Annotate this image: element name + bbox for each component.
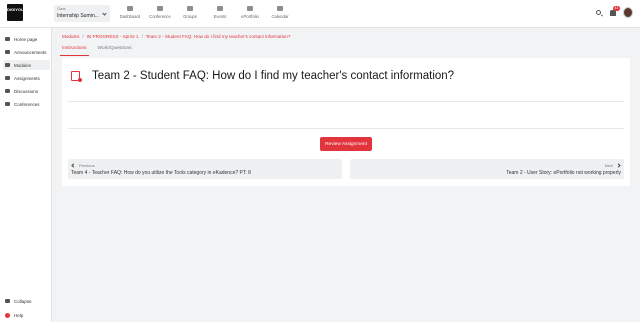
breadcrumb-item[interactable]: Team 2 - Student FAQ: How do I find my t… bbox=[146, 34, 291, 39]
sidebar-item-label: Modules bbox=[14, 62, 32, 68]
help-button[interactable]: Help bbox=[3, 310, 50, 320]
search-icon[interactable] bbox=[596, 10, 601, 15]
assignments-icon bbox=[5, 76, 10, 80]
page-title: Team 2 - Student FAQ: How do I find my t… bbox=[92, 70, 455, 82]
breadcrumb: Modules / IN PROGRESS - Sprint 1/Team 2 - … bbox=[62, 34, 290, 39]
nav-label: Dashboard bbox=[119, 14, 141, 19]
nav-dashboard[interactable]: Dashboard bbox=[116, 6, 144, 19]
nav-events[interactable]: Events bbox=[206, 6, 234, 19]
next-title: Team 2 - User Story: ePortfolio not work… bbox=[506, 170, 621, 176]
previous-assignment-link[interactable]: Previous Team 4 - Teacher FAQ: How do yo… bbox=[68, 159, 342, 179]
calendar-icon bbox=[277, 6, 283, 11]
assignment-card: Team 2 - Student FAQ: How do I find my t… bbox=[62, 58, 630, 186]
breadcrumb-item[interactable]: IN PROGRESS - Sprint 1 bbox=[87, 34, 139, 39]
avatar[interactable] bbox=[623, 7, 633, 18]
sidebar-item-modules[interactable]: Modules bbox=[3, 60, 50, 70]
nav-groups[interactable]: Groups bbox=[176, 6, 204, 19]
nav-label: ePortfolio bbox=[241, 14, 259, 19]
nav-label: Groups bbox=[183, 14, 197, 19]
collapse-icon bbox=[5, 299, 10, 303]
previous-title: Team 4 - Teacher FAQ: How do you utilize… bbox=[71, 170, 251, 176]
assignment-icon bbox=[71, 71, 82, 82]
sidebar-item-label: Announcements bbox=[14, 49, 47, 55]
sidebar-item-label: Assignments bbox=[14, 75, 40, 81]
class-selector[interactable]: Class Internship Summ... bbox=[54, 5, 110, 22]
sidebar: Home page Announcements Modules Assignme… bbox=[0, 28, 52, 322]
breadcrumb-separator: / bbox=[141, 34, 143, 39]
tab-bar: Instructions Work/Questions bbox=[60, 44, 141, 56]
nav-conference[interactable]: Conference bbox=[146, 6, 174, 19]
nav-label: Events bbox=[213, 14, 227, 19]
sidebar-item-discussions[interactable]: Discussions bbox=[3, 86, 50, 96]
sidebar-item-label: Discussions bbox=[14, 88, 39, 94]
top-nav: Dashboard Conference Groups Events ePort… bbox=[116, 6, 296, 19]
help-icon bbox=[5, 312, 10, 318]
divider bbox=[68, 101, 624, 102]
tab-work-questions[interactable]: Work/Questions bbox=[96, 44, 134, 56]
breadcrumb-separator: / bbox=[82, 34, 84, 39]
tab-instructions[interactable]: Instructions bbox=[60, 44, 89, 56]
sidebar-item-assignments[interactable]: Assignments bbox=[3, 73, 50, 83]
nav-label: Calendar bbox=[271, 14, 289, 19]
notification-badge: 41 bbox=[613, 6, 620, 11]
location-pin-icon bbox=[217, 6, 223, 11]
previous-label: Previous bbox=[79, 163, 95, 168]
next-assignment-link[interactable]: Next Team 2 - User Story: ePortfolio not… bbox=[350, 159, 624, 179]
sidebar-item-label: Home page bbox=[14, 36, 38, 42]
chevron-down-icon bbox=[102, 11, 107, 16]
class-selector-value: Internship Summ... bbox=[57, 13, 99, 19]
video-icon bbox=[157, 6, 163, 11]
dashboard-icon bbox=[127, 6, 133, 11]
sidebar-item-home[interactable]: Home page bbox=[3, 34, 50, 44]
next-label: Next bbox=[604, 163, 613, 168]
discussions-icon bbox=[5, 89, 10, 93]
megaphone-icon bbox=[5, 50, 10, 54]
sidebar-item-conferences[interactable]: Conferences bbox=[3, 99, 50, 109]
help-label: Help bbox=[14, 312, 24, 318]
collapse-button[interactable]: Collapse bbox=[3, 296, 50, 306]
chevron-left-icon bbox=[71, 163, 76, 168]
groups-icon bbox=[187, 6, 193, 11]
breadcrumb-item[interactable]: Modules bbox=[62, 34, 79, 39]
collapse-label: Collapse bbox=[14, 298, 32, 304]
nav-label: Conference bbox=[149, 14, 171, 19]
nav-eportfolio[interactable]: ePortfolio bbox=[236, 6, 264, 19]
class-selector-caption: Class bbox=[57, 7, 66, 11]
modules-icon bbox=[5, 63, 10, 67]
nav-calendar[interactable]: Calendar bbox=[266, 6, 294, 19]
divider bbox=[68, 128, 624, 129]
sidebar-item-announcements[interactable]: Announcements bbox=[3, 47, 50, 57]
conferences-icon bbox=[5, 102, 10, 106]
app-logo[interactable]: DIGIYOU bbox=[7, 4, 24, 21]
chevron-right-icon bbox=[616, 163, 621, 168]
sidebar-item-label: Conferences bbox=[14, 101, 40, 107]
review-assignment-button[interactable]: Review Assignment bbox=[320, 137, 372, 151]
top-bar: DIGIYOU Class Internship Summ... Dashboa… bbox=[0, 0, 640, 28]
home-icon bbox=[5, 37, 10, 41]
portfolio-icon bbox=[247, 6, 253, 11]
